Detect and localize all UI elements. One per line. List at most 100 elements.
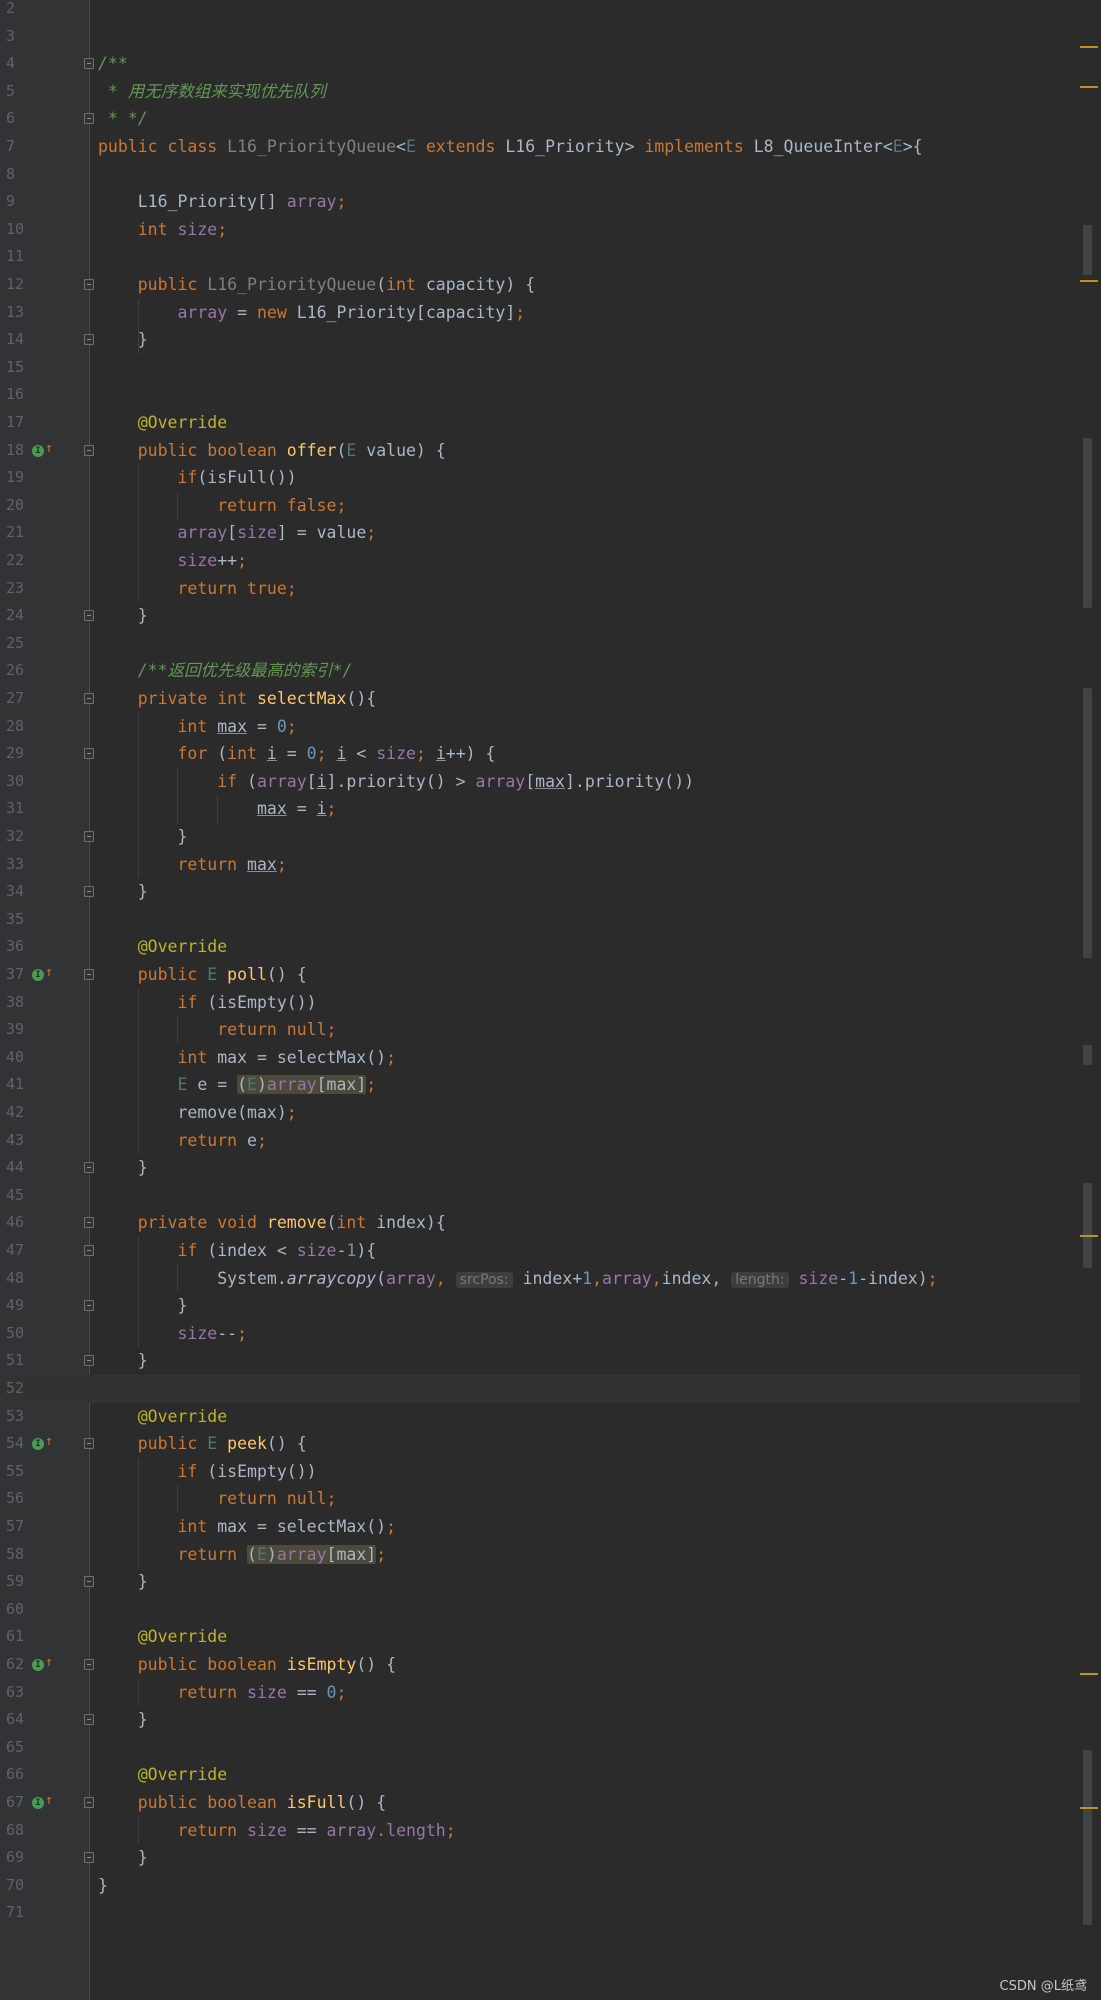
code-line[interactable]: 63 return size == 0;: [0, 1679, 1080, 1707]
fold-icon[interactable]: [84, 1438, 94, 1450]
code-line[interactable]: 62 I ↑ public boolean isEmpty() {: [0, 1651, 1080, 1679]
code-line[interactable]: 49 }: [0, 1292, 1080, 1320]
code-line[interactable]: 69 }: [0, 1844, 1080, 1872]
code-line[interactable]: 38 if (isEmpty()): [0, 989, 1080, 1017]
code-line[interactable]: 43 return e;: [0, 1127, 1080, 1155]
fold-icon[interactable]: [84, 1217, 94, 1229]
fold-icon[interactable]: [84, 610, 94, 622]
code-line[interactable]: 60: [0, 1596, 1080, 1624]
code-line[interactable]: 66 @Override: [0, 1761, 1080, 1789]
code-line[interactable]: 5 * 用无序数组来实现优先队列: [0, 78, 1080, 106]
code-line[interactable]: 51 }: [0, 1347, 1080, 1375]
warning-marker[interactable]: [1080, 1807, 1098, 1809]
fold-icon[interactable]: [84, 693, 94, 704]
code-line[interactable]: 12 public L16_PriorityQueue(int capacity…: [0, 271, 1080, 299]
fold-icon[interactable]: [84, 1300, 94, 1312]
code-line[interactable]: 39 return null;: [0, 1016, 1080, 1044]
code-line[interactable]: 48 System.arraycopy(array, srcPos: index…: [0, 1265, 1080, 1293]
code-line[interactable]: 65: [0, 1734, 1080, 1762]
implements-method-icon[interactable]: I: [32, 444, 44, 457]
code-line[interactable]: 67 I ↑ public boolean isFull() {: [0, 1789, 1080, 1817]
code-line[interactable]: 50 size--;: [0, 1320, 1080, 1348]
code-line[interactable]: 68 return size == array.length;: [0, 1817, 1080, 1845]
code-line[interactable]: 64 }: [0, 1706, 1080, 1734]
code-line[interactable]: 20 return false;: [0, 492, 1080, 520]
code-line[interactable]: 52: [0, 1375, 1080, 1403]
code-line[interactable]: 28 int max = 0;: [0, 713, 1080, 741]
code-line[interactable]: 40 int max = selectMax();: [0, 1044, 1080, 1072]
code-line[interactable]: 34 }: [0, 878, 1080, 906]
fold-icon[interactable]: [84, 279, 94, 290]
code-line[interactable]: 61 @Override: [0, 1623, 1080, 1651]
code-line[interactable]: 46 private void remove(int index){: [0, 1209, 1080, 1237]
code-line[interactable]: 44 }: [0, 1154, 1080, 1182]
fold-icon[interactable]: [84, 1797, 94, 1808]
code-line[interactable]: 45: [0, 1182, 1080, 1210]
fold-icon[interactable]: [84, 58, 94, 70]
code-line[interactable]: 54 I ↑ public E peek() {: [0, 1430, 1080, 1458]
code-line[interactable]: 23 return true;: [0, 575, 1080, 603]
code-line[interactable]: 31 max = i;: [0, 795, 1080, 823]
code-line[interactable]: 22 size++;: [0, 547, 1080, 575]
warning-marker[interactable]: [1080, 280, 1098, 282]
code-line[interactable]: 57 int max = selectMax();: [0, 1513, 1080, 1541]
warning-marker[interactable]: [1080, 86, 1098, 88]
code-line[interactable]: 26 /**返回优先级最高的索引*/: [0, 657, 1080, 685]
code-line[interactable]: 33 return max;: [0, 851, 1080, 879]
code-line[interactable]: 27 private int selectMax(){: [0, 685, 1080, 713]
code-line[interactable]: 70}: [0, 1872, 1080, 1900]
code-line[interactable]: 17 @Override: [0, 409, 1080, 437]
fold-icon[interactable]: [84, 1852, 94, 1864]
fold-icon[interactable]: [84, 886, 94, 898]
code-line[interactable]: 7 public class L16_PriorityQueue<E extend…: [0, 133, 1080, 161]
fold-icon[interactable]: [84, 1714, 94, 1726]
fold-icon[interactable]: [84, 444, 94, 456]
fold-icon[interactable]: [84, 334, 94, 346]
code-line[interactable]: 2: [0, 0, 1080, 23]
code-line[interactable]: 35: [0, 906, 1080, 934]
code-line[interactable]: 16: [0, 381, 1080, 409]
code-line[interactable]: 36 @Override: [0, 933, 1080, 961]
code-line[interactable]: 10 int size;: [0, 216, 1080, 244]
code-line[interactable]: 24 }: [0, 602, 1080, 630]
code-line[interactable]: 25: [0, 630, 1080, 658]
fold-icon[interactable]: [84, 1576, 94, 1588]
code-line[interactable]: 55 if (isEmpty()): [0, 1458, 1080, 1486]
implements-method-icon[interactable]: I: [32, 1659, 44, 1671]
code-line[interactable]: 29 for (int i = 0; i < size; i++) {: [0, 740, 1080, 768]
fold-icon[interactable]: [84, 1162, 94, 1174]
fold-icon[interactable]: [84, 1659, 94, 1670]
implements-method-icon[interactable]: I: [32, 1797, 44, 1809]
warning-marker[interactable]: [1080, 1235, 1098, 1237]
code-line[interactable]: 14 }: [0, 326, 1080, 354]
implements-method-icon[interactable]: I: [32, 1438, 44, 1451]
code-editor[interactable]: 2 3 4/** 5 * 用无序数组来实现优先队列 6 * */7 public clas…: [0, 0, 1101, 2000]
code-line[interactable]: 21 array[size] = value;: [0, 519, 1080, 547]
code-line[interactable]: 42 remove(max);: [0, 1099, 1080, 1127]
code-line[interactable]: 19 if(isFull()): [0, 464, 1080, 492]
fold-icon[interactable]: [84, 969, 94, 980]
code-line[interactable]: 58 return (E)array[max];: [0, 1541, 1080, 1569]
code-line[interactable]: 4 /**: [0, 50, 1080, 78]
code-line[interactable]: 3: [0, 23, 1080, 51]
code-line[interactable]: 47 if (index < size-1){: [0, 1237, 1080, 1265]
fold-icon[interactable]: [84, 831, 94, 842]
fold-icon[interactable]: [84, 1245, 94, 1256]
code-line[interactable]: 56 return null;: [0, 1485, 1080, 1513]
code-line[interactable]: 37 I ↑ public E poll() {: [0, 961, 1080, 989]
code-line[interactable]: 8: [0, 161, 1080, 189]
code-line[interactable]: 71: [0, 1899, 1080, 1927]
implements-method-icon[interactable]: I: [32, 969, 44, 981]
code-line[interactable]: 13 array = new L16_Priority[capacity];: [0, 299, 1080, 327]
warning-marker[interactable]: [1080, 46, 1098, 48]
code-line[interactable]: 6 * */: [0, 105, 1080, 133]
code-line[interactable]: 15: [0, 354, 1080, 382]
code-line[interactable]: 53 @Override: [0, 1403, 1080, 1431]
code-line[interactable]: 59 }: [0, 1568, 1080, 1596]
code-line[interactable]: 9 L16_Priority[] array;: [0, 188, 1080, 216]
code-line[interactable]: 11: [0, 243, 1080, 271]
fold-icon[interactable]: [84, 748, 94, 760]
code-line[interactable]: 30 if (array[i].priority() > array[max].…: [0, 768, 1080, 796]
fold-icon[interactable]: [84, 1355, 94, 1367]
code-line[interactable]: 41 E e = (E)array[max];: [0, 1071, 1080, 1099]
